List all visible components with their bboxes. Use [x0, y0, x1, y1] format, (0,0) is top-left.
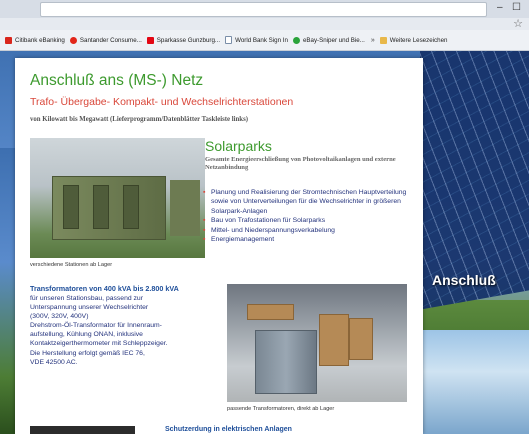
bookmark-star-icon[interactable]: ☆	[513, 17, 523, 30]
image2-caption: passende Transformatoren, direkt ab Lage…	[227, 406, 335, 412]
bookmark-label: Citibank eBanking	[15, 36, 65, 44]
page-content: Anschluß ans (MS-) Netz Trafo- Übergabe-…	[15, 58, 423, 434]
image1-caption: verschiedene Stationen ab Lager	[30, 262, 113, 268]
bookmark-label: World Bank Sign In	[235, 36, 288, 44]
folder-icon	[379, 36, 387, 44]
citibank-icon	[5, 36, 12, 44]
solar-bullet-list: ▪ Planung und Realisierung der Stromtechn…	[203, 188, 418, 244]
transformer-unit	[255, 330, 317, 394]
station-door	[63, 185, 79, 229]
bullet-icon: ▪	[203, 236, 206, 244]
bookmark-label: Sparkasse Gunzburg...	[156, 36, 221, 44]
bookmark-citibank[interactable]: Citibank eBanking	[5, 36, 65, 44]
minimize-button[interactable]: –	[497, 2, 503, 13]
bookmark-folder-more[interactable]: Weitere Lesezeichen	[379, 36, 448, 44]
range-line[interactable]: von Kilowatt bis Megawatt (Lieferprogram…	[30, 116, 248, 123]
bottom-image	[30, 426, 135, 434]
transformer-line: Kontaktzeigerthermometer mit Schleppzeig…	[30, 340, 168, 348]
background-solar-panels	[420, 30, 529, 310]
transformers-image	[227, 284, 407, 402]
address-bar[interactable]	[40, 2, 487, 17]
transformer-line: (300V, 320V, 400V)	[30, 313, 89, 321]
solar-title: Solarparks	[205, 138, 272, 154]
transformer-line: VDE 42500 AC.	[30, 358, 78, 366]
crate	[319, 314, 349, 366]
station-door	[93, 185, 109, 229]
sparkasse-icon	[146, 36, 154, 44]
station-building-2	[170, 180, 200, 236]
maximize-button[interactable]: ☐	[512, 2, 521, 13]
browser-toolbar	[0, 18, 529, 30]
bullet-icon: ▪	[203, 226, 206, 234]
background-caption: Anschluß	[432, 272, 496, 288]
list-item: ▪ Energiemanagement	[203, 235, 418, 244]
left-overlay-window	[0, 148, 16, 434]
stations-image	[30, 138, 205, 258]
bullet-icon: ▪	[203, 217, 206, 225]
bullet-text: Planung und Realisierung der Stromtechni…	[211, 189, 407, 215]
station-building	[52, 176, 166, 240]
page-icon	[225, 36, 233, 44]
bookmarks-bar: Citibank eBanking Santander Consume... S…	[0, 30, 529, 51]
transformer-description: für unseren Stationsbau, passend zur Unt…	[30, 294, 235, 367]
crate	[349, 318, 373, 360]
transformer-line: Unterspannung unserer Wechselrichter	[30, 304, 149, 312]
bullet-text: Energiemanagement	[211, 236, 275, 244]
santander-icon	[69, 36, 77, 44]
crate	[247, 304, 294, 320]
page-subtitle: Trafo- Übergabe- Kompakt- und Wechselric…	[30, 96, 294, 108]
ebay-sniper-icon	[292, 36, 300, 44]
list-item: ▪ Mittel- und Niederspannungsverkabelung	[203, 226, 418, 235]
bullet-icon: ▪	[203, 189, 206, 196]
transformer-line: für unseren Stationsbau, passend zur	[30, 295, 143, 302]
page-title: Anschluß ans (MS-) Netz	[30, 72, 204, 89]
transformer-heading: Transformatoren von 400 kVA bis 2.800 kV…	[30, 284, 179, 293]
bookmark-label: eBay-Sniper und Bie...	[302, 36, 365, 44]
bookmark-label: Santander Consume...	[79, 36, 142, 44]
transformer-line: aufstellung, Kühlung ONAN, inklusive	[30, 331, 143, 339]
bookmarks-overflow-icon[interactable]: »	[371, 37, 375, 44]
browser-titlebar: – ☐	[0, 0, 529, 18]
background-water	[420, 330, 529, 434]
list-item: ▪ Bau von Trafostationen für Solarparks	[203, 216, 418, 225]
bookmark-sparkasse[interactable]: Sparkasse Gunzburg...	[146, 36, 221, 44]
bookmark-santander[interactable]: Santander Consume...	[69, 36, 142, 44]
bookmark-label: Weitere Lesezeichen	[389, 36, 448, 44]
bullet-text: Bau von Trafostationen für Solarparks	[211, 217, 326, 225]
list-item: ▪ Planung und Realisierung der Stromtechn…	[203, 188, 418, 216]
station-door	[123, 185, 139, 229]
transformer-line: Drehstrom-Öl-Transformator für Innenraum…	[30, 322, 162, 330]
solar-subtitle: Gesamte Energieerschließung von Photovol…	[205, 156, 396, 172]
bottom-heading: Schutzerdung in elektrischen Anlagen	[165, 426, 292, 433]
bookmark-ebay-sniper[interactable]: eBay-Sniper und Bie...	[292, 36, 365, 44]
transformer-line: Die Herstellung erfolgt gemäß IEC 76,	[30, 349, 145, 357]
bullet-text: Mittel- und Niederspannungsverkabelung	[211, 226, 335, 234]
bookmark-worldbank[interactable]: World Bank Sign In	[225, 36, 288, 44]
